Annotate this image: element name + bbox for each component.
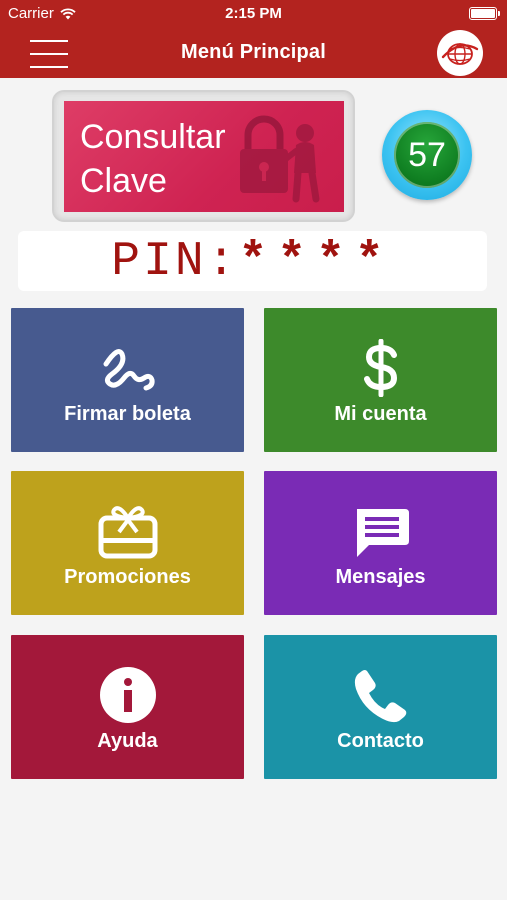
consultar-clave-panel: Consultar Clave bbox=[64, 101, 344, 212]
ayuda-button[interactable]: Ayuda bbox=[11, 635, 244, 779]
mi-cuenta-button[interactable]: Mi cuenta bbox=[264, 308, 497, 452]
battery-icon bbox=[469, 7, 500, 20]
signature-icon bbox=[11, 338, 244, 398]
counter-badge: 57 bbox=[382, 110, 472, 200]
status-time: 2:15 PM bbox=[225, 5, 282, 22]
nav-bar: Menú Principal bbox=[0, 28, 507, 78]
consultar-clave-line1: Consultar bbox=[80, 118, 226, 156]
pin-label: PIN: bbox=[111, 235, 239, 289]
counter-value: 57 bbox=[394, 122, 460, 188]
gift-card-icon bbox=[11, 501, 244, 561]
promociones-button[interactable]: Promociones bbox=[11, 471, 244, 615]
pin-display: PIN:**** bbox=[18, 231, 487, 291]
consultar-clave-button[interactable]: Consultar Clave bbox=[52, 90, 355, 222]
status-bar: Carrier 2:15 PM bbox=[0, 0, 507, 28]
dollar-icon bbox=[264, 338, 497, 398]
message-icon bbox=[264, 501, 497, 561]
info-icon bbox=[11, 665, 244, 725]
promociones-label: Promociones bbox=[64, 566, 191, 588]
pin-value: **** bbox=[238, 235, 394, 289]
consultar-clave-line2: Clave bbox=[80, 162, 167, 200]
padlock-figure-icon bbox=[240, 115, 320, 203]
ayuda-label: Ayuda bbox=[97, 730, 158, 752]
firmar-boleta-label: Firmar boleta bbox=[64, 403, 191, 425]
mensajes-label: Mensajes bbox=[335, 566, 426, 588]
firmar-boleta-button[interactable]: Firmar boleta bbox=[11, 308, 244, 452]
mi-cuenta-label: Mi cuenta bbox=[334, 403, 427, 425]
consultar-clave-label: Consultar Clave bbox=[80, 115, 226, 203]
contacto-label: Contacto bbox=[337, 730, 424, 752]
phone-icon bbox=[264, 665, 497, 725]
contacto-button[interactable]: Contacto bbox=[264, 635, 497, 779]
mensajes-button[interactable]: Mensajes bbox=[264, 471, 497, 615]
pin-text: PIN:**** bbox=[18, 235, 487, 289]
globe-logo-icon[interactable] bbox=[437, 30, 483, 76]
page-title: Menú Principal bbox=[180, 41, 327, 63]
